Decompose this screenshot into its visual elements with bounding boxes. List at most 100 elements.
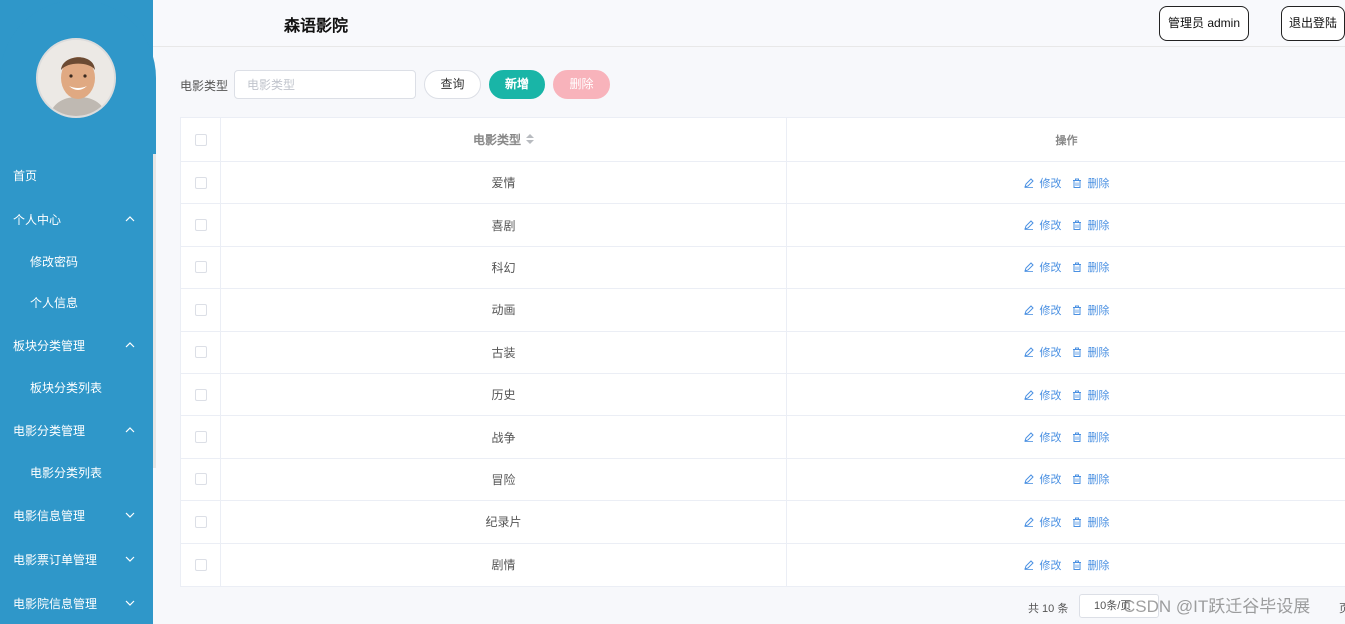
- sidebar-item-movie-info[interactable]: 电影信息管理: [0, 494, 153, 538]
- trash-icon: [1072, 178, 1085, 188]
- row-checkbox[interactable]: [195, 388, 207, 401]
- select-all-cell: [181, 118, 221, 161]
- actions-cell: 修改 删除: [787, 162, 1345, 203]
- delete-button[interactable]: 删除: [1072, 471, 1110, 487]
- row-select-cell: [181, 373, 221, 416]
- table-row: 喜剧 修改 删除: [181, 204, 1345, 247]
- movie-type-search-input[interactable]: [234, 70, 416, 99]
- movie-type-cell: 历史: [221, 373, 787, 416]
- edit-button[interactable]: 修改: [1023, 387, 1062, 403]
- logout-button[interactable]: 退出登陆: [1281, 6, 1345, 41]
- row-checkbox[interactable]: [195, 558, 207, 571]
- table-row: 古装 修改 删除: [181, 331, 1345, 374]
- select-all-checkbox[interactable]: [195, 133, 207, 146]
- delete-button[interactable]: 删除: [1072, 217, 1110, 233]
- delete-label: 删除: [1087, 304, 1110, 317]
- edit-button[interactable]: 修改: [1023, 471, 1062, 487]
- delete-button[interactable]: 删除: [1072, 259, 1110, 275]
- chevron-down-icon: [125, 538, 135, 582]
- sidebar-item-label: 电影票订单管理: [13, 553, 98, 567]
- movie-type-cell: 战争: [221, 416, 787, 458]
- delete-button[interactable]: 删除: [1072, 557, 1110, 573]
- chevron-up-icon: [125, 324, 135, 368]
- edit-button[interactable]: 修改: [1023, 259, 1062, 275]
- sidebar-item-home[interactable]: 首页: [0, 154, 153, 198]
- edit-button[interactable]: 修改: [1023, 429, 1062, 445]
- actions-cell: 修改 删除: [787, 204, 1345, 245]
- edit-button[interactable]: 修改: [1023, 557, 1062, 573]
- row-checkbox[interactable]: [195, 515, 207, 528]
- delete-label: 删除: [1087, 177, 1110, 190]
- row-select-cell: [181, 501, 221, 543]
- table-row: 纪录片 修改 删除: [181, 501, 1345, 544]
- row-checkbox[interactable]: [195, 176, 207, 189]
- pagination-total: 共 10 条: [1028, 603, 1069, 615]
- edit-icon: [1023, 432, 1037, 442]
- edit-button[interactable]: 修改: [1023, 217, 1062, 233]
- sidebar-profile-header: [0, 0, 156, 160]
- column-header-type[interactable]: 电影类型: [221, 118, 787, 161]
- sidebar-item-personal-info[interactable]: 个人信息: [0, 283, 153, 324]
- batch-delete-button[interactable]: 删除: [553, 70, 610, 99]
- edit-label: 修改: [1039, 304, 1062, 317]
- sidebar-item-movie-category[interactable]: 电影分类管理: [0, 409, 153, 453]
- row-checkbox[interactable]: [195, 261, 207, 274]
- movie-type-cell: 动画: [221, 289, 787, 331]
- edit-icon: [1023, 262, 1037, 273]
- delete-button[interactable]: 删除: [1072, 302, 1110, 318]
- edit-label: 修改: [1039, 559, 1062, 572]
- delete-button[interactable]: 删除: [1072, 514, 1110, 530]
- row-checkbox[interactable]: [195, 473, 207, 486]
- edit-button[interactable]: 修改: [1023, 514, 1062, 530]
- trash-icon: [1072, 432, 1085, 443]
- row-select-cell: [181, 162, 221, 204]
- row-checkbox[interactable]: [195, 303, 207, 316]
- edit-button[interactable]: 修改: [1023, 302, 1062, 318]
- actions-cell: 修改 删除: [787, 416, 1345, 457]
- actions-cell: 修改 删除: [787, 374, 1345, 415]
- avatar[interactable]: [36, 38, 116, 118]
- delete-label: 删除: [1087, 262, 1110, 275]
- sort-icon[interactable]: [526, 133, 534, 146]
- delete-button[interactable]: 删除: [1072, 387, 1110, 403]
- sidebar-item-label: 电影分类列表: [30, 466, 103, 480]
- sidebar-item-movie-category-list[interactable]: 电影分类列表: [0, 453, 153, 494]
- edit-label: 修改: [1039, 177, 1062, 190]
- sidebar-item-change-password[interactable]: 修改密码: [0, 242, 153, 283]
- table-row: 剧情 修改 删除: [181, 543, 1345, 586]
- admin-button[interactable]: 管理员 admin: [1159, 6, 1249, 41]
- sidebar-scrollbar[interactable]: [153, 154, 156, 468]
- edit-button[interactable]: 修改: [1023, 175, 1062, 191]
- row-checkbox[interactable]: [195, 346, 207, 359]
- edit-icon: [1023, 305, 1037, 315]
- edit-icon: [1023, 347, 1037, 358]
- avatar-photo-icon: [38, 40, 114, 116]
- row-checkbox[interactable]: [195, 219, 207, 232]
- sidebar-item-ticket-orders[interactable]: 电影票订单管理: [0, 538, 153, 582]
- sidebar-item-board-category-list[interactable]: 板块分类列表: [0, 368, 153, 409]
- row-select-cell: [181, 458, 221, 501]
- query-button[interactable]: 查询: [424, 70, 481, 99]
- sidebar-item-board-category[interactable]: 板块分类管理: [0, 324, 153, 368]
- sidebar-item-cinema-info[interactable]: 电影院信息管理: [0, 582, 153, 624]
- sidebar-item-personal-center[interactable]: 个人中心: [0, 198, 153, 242]
- add-button[interactable]: 新增: [489, 70, 545, 99]
- movie-type-cell: 爱情: [221, 162, 787, 204]
- column-header-actions: 操作: [1055, 134, 1078, 147]
- sidebar-menu: 首页 个人中心 修改密码 个人信息 板块分类管理 板块分类列表 电影分类管理 电…: [0, 154, 153, 624]
- sidebar-item-label: 电影院信息管理: [13, 597, 98, 611]
- actions-cell: 修改 删除: [787, 459, 1345, 500]
- delete-button[interactable]: 删除: [1072, 429, 1110, 445]
- row-checkbox[interactable]: [195, 431, 207, 444]
- delete-button[interactable]: 删除: [1072, 175, 1110, 191]
- movie-type-cell: 纪录片: [221, 501, 787, 543]
- delete-label: 删除: [1087, 389, 1110, 402]
- movie-type-cell: 科幻: [221, 246, 787, 289]
- sidebar-item-label: 电影分类管理: [13, 424, 86, 438]
- chevron-up-icon: [125, 198, 135, 242]
- sidebar-item-label: 首页: [13, 169, 38, 183]
- edit-button[interactable]: 修改: [1023, 344, 1062, 360]
- actions-cell: 修改 删除: [787, 289, 1345, 330]
- actions-cell: 修改 删除: [787, 501, 1345, 542]
- delete-button[interactable]: 删除: [1072, 344, 1110, 360]
